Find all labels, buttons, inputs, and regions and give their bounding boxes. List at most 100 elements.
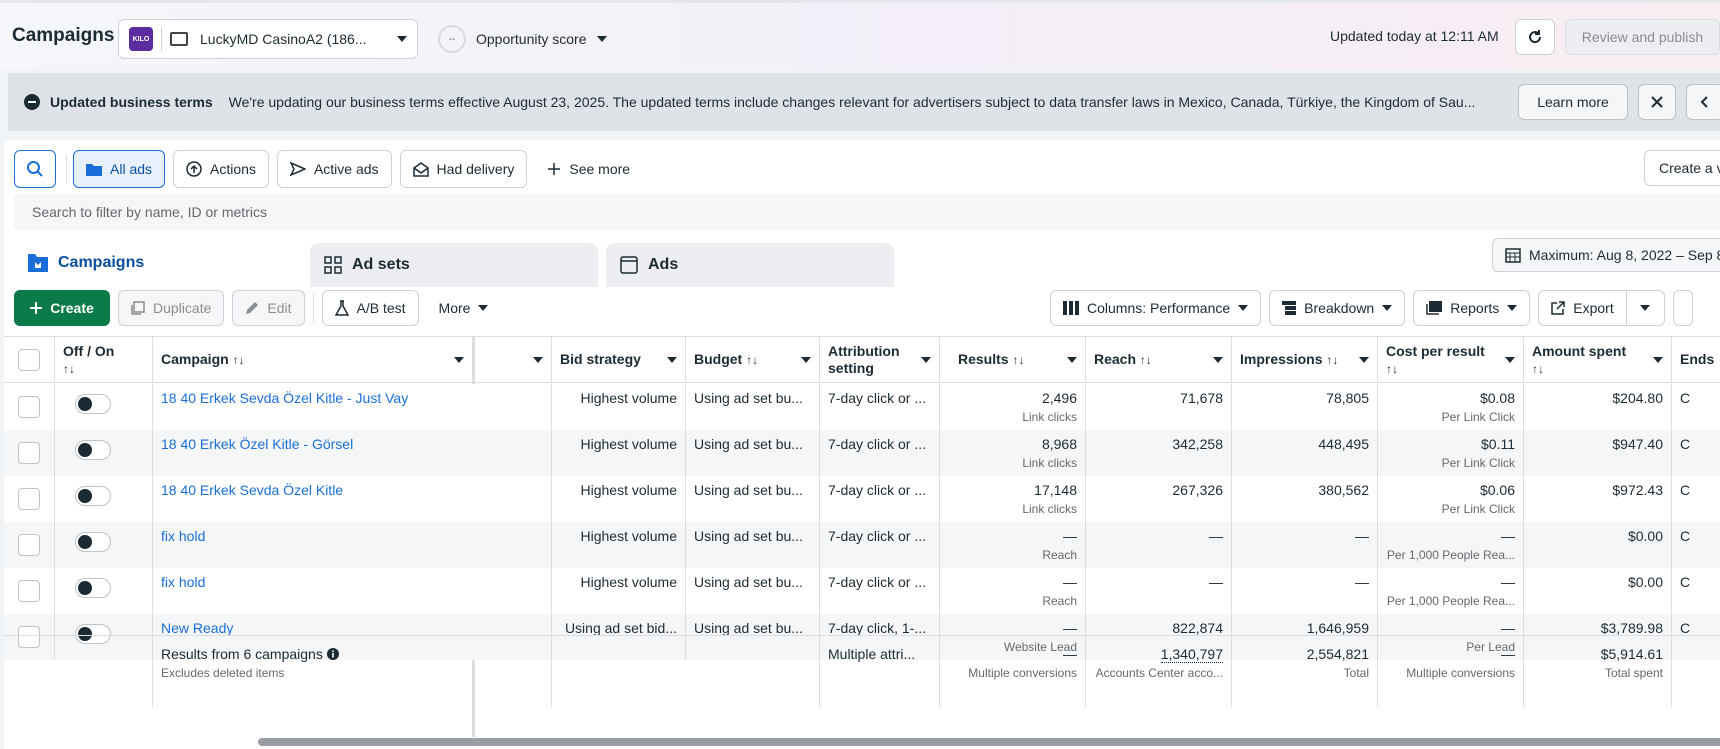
external-link-icon xyxy=(1551,301,1565,315)
export-button[interactable]: Export xyxy=(1538,290,1627,326)
row-checkbox[interactable] xyxy=(18,488,40,510)
actions-filter[interactable]: Actions xyxy=(173,150,269,188)
see-more-filter[interactable]: See more xyxy=(535,150,643,188)
create-label: Create xyxy=(50,300,94,316)
active-ads-label: Active ads xyxy=(313,161,379,177)
breakdown-button[interactable]: Breakdown xyxy=(1269,290,1406,326)
campaign-toggle[interactable] xyxy=(75,394,111,414)
table-row[interactable]: 18 40 Erkek Özel Kitle - Görsel Highest v… xyxy=(4,430,1720,476)
campaign-name-link[interactable]: fix hold xyxy=(161,574,205,590)
campaign-name-link[interactable]: 18 40 Erkek Sevda Özel Kitle - Just Vay xyxy=(161,390,408,406)
table-row[interactable]: fix hold Highest volume Using ad set bu...… xyxy=(4,522,1720,568)
had-delivery-filter[interactable]: Had delivery xyxy=(399,150,528,188)
ab-test-button[interactable]: A/B test xyxy=(321,290,419,326)
ends-cell: C xyxy=(1671,522,1720,568)
more-options-button[interactable] xyxy=(1672,290,1693,326)
select-cell xyxy=(4,430,54,476)
chevron-down-icon xyxy=(454,357,464,363)
chevron-down-icon xyxy=(1507,305,1518,311)
hidden-cell xyxy=(475,384,551,430)
info-icon[interactable] xyxy=(326,648,339,660)
header-cost-per-result[interactable]: Cost per result ↑↓ xyxy=(1377,337,1523,382)
header-amount-spent[interactable]: Amount spent ↑↓ xyxy=(1523,337,1671,382)
reach-cell: 267,326 xyxy=(1085,476,1231,522)
search-filter-input[interactable]: Search to filter by name, ID or metrics xyxy=(14,194,1720,230)
all-ads-label: All ads xyxy=(110,161,153,177)
ab-test-label: A/B test xyxy=(356,300,406,316)
campaign-name-link[interactable]: 18 40 Erkek Özel Kitle - Görsel xyxy=(161,436,353,452)
date-range-picker[interactable]: Maximum: Aug 8, 2022 – Sep 8 xyxy=(1492,238,1720,272)
row-checkbox[interactable] xyxy=(18,534,40,556)
search-button[interactable] xyxy=(14,150,56,188)
tab-ad-sets[interactable]: Ad sets xyxy=(310,243,598,287)
row-checkbox[interactable] xyxy=(18,396,40,418)
plus-icon xyxy=(30,302,43,314)
header-impressions[interactable]: Impressions ↑↓ xyxy=(1231,337,1377,382)
tab-campaigns[interactable]: Campaigns xyxy=(14,239,302,287)
hidden-cell xyxy=(475,476,551,522)
select-all-checkbox[interactable] xyxy=(18,349,40,371)
refresh-button[interactable] xyxy=(1515,19,1555,55)
header-label: Ends xyxy=(1680,351,1715,367)
review-and-publish-button[interactable]: Review and publish xyxy=(1565,19,1720,55)
learn-more-button[interactable]: Learn more xyxy=(1518,84,1628,120)
all-ads-filter[interactable]: All ads xyxy=(73,150,166,188)
campaign-name-link[interactable]: New Ready xyxy=(161,620,233,636)
campaign-toggle[interactable] xyxy=(75,486,111,506)
totals-impressions-value: 2,554,821 xyxy=(1306,646,1369,662)
totals-spent: $5,914.61 Total spent xyxy=(1523,636,1671,707)
columns-button[interactable]: Columns: Performance xyxy=(1050,290,1262,326)
campaign-toggle[interactable] xyxy=(75,440,111,460)
campaign-name-link[interactable]: fix hold xyxy=(161,528,205,544)
filter-row: All ads Actions Active ads Had delivery … xyxy=(14,150,650,188)
header-attribution[interactable]: Attribution setting xyxy=(819,337,939,382)
totals-label-cell: Results from 6 campaigns Excludes delete… xyxy=(152,636,472,707)
campaign-name-link[interactable]: 18 40 Erkek Sevda Özel Kitle xyxy=(161,482,343,498)
create-button[interactable]: Create xyxy=(14,290,110,326)
row-checkbox[interactable] xyxy=(18,442,40,464)
reports-button[interactable]: Reports xyxy=(1413,290,1531,326)
cost-per-result-cell: — Per 1,000 People Rea... xyxy=(1377,568,1523,614)
header-hidden-column[interactable] xyxy=(475,337,551,382)
chevron-down-icon xyxy=(801,357,811,363)
create-view-button[interactable]: Create a v xyxy=(1644,150,1720,186)
header-results[interactable]: Results ↑↓ xyxy=(939,337,1085,382)
header-label: Off / On xyxy=(63,343,115,359)
duplicate-button[interactable]: Duplicate xyxy=(118,290,225,326)
header-bid-strategy[interactable]: Bid strategy xyxy=(551,337,685,382)
results-cell: 2,496 Link clicks xyxy=(939,384,1085,430)
header-campaign[interactable]: Campaign ↑↓ xyxy=(152,337,472,382)
ends-cell: C xyxy=(1671,384,1720,430)
export-label: Export xyxy=(1573,300,1614,316)
see-more-label: See more xyxy=(569,161,631,177)
campaign-toggle[interactable] xyxy=(75,532,111,552)
chevron-down-icon xyxy=(1213,357,1223,363)
table-row[interactable]: 18 40 Erkek Sevda Özel Kitle Highest volu… xyxy=(4,476,1720,522)
header-reach[interactable]: Reach ↑↓ xyxy=(1085,337,1231,382)
header-off-on[interactable]: Off / On ↑↓ xyxy=(54,337,152,382)
header-ends[interactable]: Ends xyxy=(1671,337,1720,382)
more-button[interactable]: More xyxy=(426,290,501,326)
active-ads-filter[interactable]: Active ads xyxy=(276,150,392,188)
level-tabs: Campaigns Ad sets Ads xyxy=(14,239,894,287)
opportunity-score[interactable]: -- Opportunity score xyxy=(438,23,607,55)
results-sub: Link clicks xyxy=(1022,456,1077,470)
duplicate-label: Duplicate xyxy=(153,300,212,316)
close-banner-button[interactable] xyxy=(1638,84,1676,120)
totals-reach-value[interactable]: 1,340,797 xyxy=(1160,646,1223,663)
account-selector[interactable]: KILO LuckyMD CasinoA2 (186... xyxy=(118,19,418,59)
row-checkbox[interactable] xyxy=(18,580,40,602)
banner-previous-button[interactable] xyxy=(1686,84,1720,120)
horizontal-scrollbar[interactable] xyxy=(258,738,1720,746)
chevron-down-icon xyxy=(1359,357,1369,363)
chevron-down-icon xyxy=(533,357,543,363)
campaign-toggle[interactable] xyxy=(75,578,111,598)
tab-ads[interactable]: Ads xyxy=(606,243,894,287)
edit-button[interactable]: Edit xyxy=(232,290,305,326)
table-row[interactable]: fix hold Highest volume Using ad set bu...… xyxy=(4,568,1720,614)
header-budget[interactable]: Budget ↑↓ xyxy=(685,337,819,382)
divider xyxy=(66,154,67,184)
export-options-button[interactable] xyxy=(1626,290,1665,326)
table-row[interactable]: 18 40 Erkek Sevda Özel Kitle - Just Vay H… xyxy=(4,384,1720,430)
results-cell: — Reach xyxy=(939,522,1085,568)
